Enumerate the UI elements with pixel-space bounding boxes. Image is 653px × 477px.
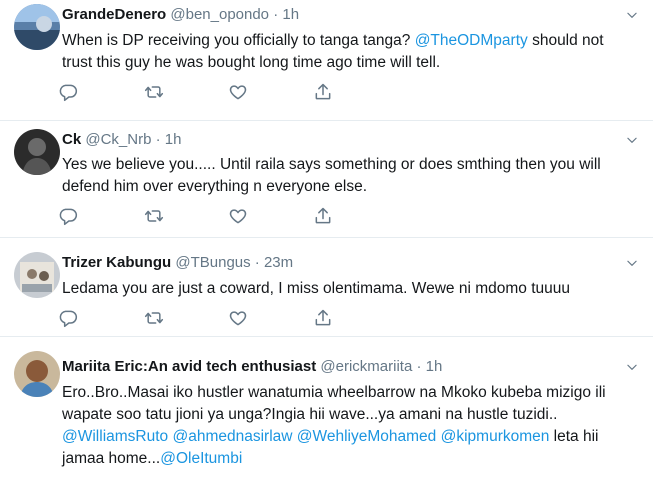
tweet[interactable]: GrandeDenero @ben_opondo · 1h When is DP… (0, 0, 653, 121)
text-line: Ledama you are just a coward, I miss ole… (62, 280, 571, 297)
tweet-header: Trizer Kabungu @TBungus · 23m (62, 253, 613, 273)
avatar[interactable] (14, 252, 60, 298)
display-name[interactable]: GrandeDenero (62, 6, 166, 23)
mention-link[interactable]: @kipmurkomen (441, 428, 550, 445)
tweet-replies-feed: GrandeDenero @ben_opondo · 1h When is DP… (0, 0, 653, 477)
mention-link[interactable]: @WehliyeMohamed (297, 428, 437, 445)
timestamp[interactable]: 1h (282, 6, 299, 23)
mention-link[interactable]: @OleItumbi (160, 450, 242, 467)
tweet[interactable]: Ck @Ck_Nrb · 1h Yes we believe you..... … (0, 121, 653, 238)
reply-icon[interactable] (58, 82, 78, 102)
tweet-text: Ledama you are just a coward, I miss ole… (62, 278, 639, 300)
user-handle[interactable]: @erickmariita (320, 358, 412, 375)
tweet-text: Yes we believe you..... Until raila says… (62, 154, 639, 198)
separator-dot: · (155, 131, 161, 148)
mention-link[interactable]: @ahmednasirlaw (172, 428, 292, 445)
avatar[interactable] (14, 4, 60, 50)
chevron-down-icon[interactable] (625, 133, 639, 147)
separator-dot: · (254, 254, 260, 271)
text-segment: jamaa home... (62, 450, 161, 467)
mention-link[interactable]: @WilliamsRuto (62, 428, 168, 445)
text-line: defend him over everything n everyone el… (62, 178, 368, 195)
tweet-actions (62, 206, 342, 228)
chevron-down-icon[interactable] (625, 360, 639, 374)
tweet[interactable]: Trizer Kabungu @TBungus · 23m Ledama you… (0, 238, 653, 337)
display-name[interactable]: Trizer Kabungu (62, 254, 171, 271)
share-icon[interactable] (313, 82, 333, 102)
text-segment: When is DP receiving you officially to t… (62, 32, 415, 49)
avatar[interactable] (14, 129, 60, 175)
text-segment: leta hii (549, 428, 599, 445)
retweet-icon[interactable] (144, 206, 164, 226)
tweet-text: When is DP receiving you officially to t… (62, 30, 639, 74)
chevron-down-icon[interactable] (625, 8, 639, 22)
retweet-icon[interactable] (144, 308, 164, 328)
separator-dot: · (273, 6, 279, 23)
separator-dot: · (416, 358, 422, 375)
timestamp[interactable]: 1h (165, 131, 182, 148)
retweet-icon[interactable] (144, 82, 164, 102)
like-icon[interactable] (228, 206, 248, 226)
reply-icon[interactable] (58, 206, 78, 226)
tweet-header: Mariita Eric:An avid tech enthusiast @er… (62, 357, 613, 377)
user-handle[interactable]: @TBungus (175, 254, 250, 271)
user-handle[interactable]: @ben_opondo (170, 6, 269, 23)
text-line: trust this guy he was bought long time a… (62, 54, 441, 71)
tweet-header: GrandeDenero @ben_opondo · 1h (62, 5, 613, 25)
text-segment: should not (527, 32, 604, 49)
avatar[interactable] (14, 351, 60, 397)
tweet-actions (62, 82, 342, 104)
text-line: Ero..Bro..Masai iko hustler wanatumia wh… (62, 384, 606, 401)
display-name[interactable]: Ck (62, 131, 81, 148)
like-icon[interactable] (228, 308, 248, 328)
user-handle[interactable]: @Ck_Nrb (85, 131, 151, 148)
like-icon[interactable] (228, 82, 248, 102)
text-line: wapate soo tatu jioni ya unga?Ingia hii … (62, 406, 558, 423)
tweet-actions (62, 308, 342, 330)
share-icon[interactable] (313, 308, 333, 328)
chevron-down-icon[interactable] (625, 256, 639, 270)
text-line: Yes we believe you..... Until raila says… (62, 156, 601, 173)
timestamp[interactable]: 1h (426, 358, 443, 375)
reply-icon[interactable] (58, 308, 78, 328)
timestamp[interactable]: 23m (264, 254, 293, 271)
tweet[interactable]: Mariita Eric:An avid tech enthusiast @er… (0, 337, 653, 477)
tweet-text: Ero..Bro..Masai iko hustler wanatumia wh… (62, 382, 639, 470)
tweet-header: Ck @Ck_Nrb · 1h (62, 130, 613, 150)
display-name[interactable]: Mariita Eric:An avid tech enthusiast (62, 358, 316, 375)
share-icon[interactable] (313, 206, 333, 226)
mention-link[interactable]: @TheODMparty (415, 32, 528, 49)
